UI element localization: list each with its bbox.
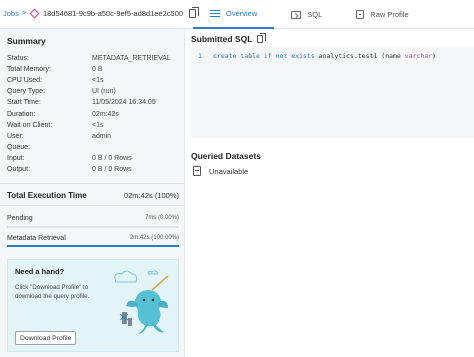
help-title: Need a hand? — [15, 267, 65, 276]
sql-icon — [291, 10, 302, 19]
summary-row-status: Status: METADATA_RETRIEVAL — [7, 53, 179, 64]
summary-row-start-time: Start Time: 11/05/2024 16:34:05 — [7, 97, 179, 108]
sql-text: ) — [432, 52, 437, 60]
raw-profile-icon — [356, 10, 365, 19]
phase-row-metadata-retrieval: Metadata Retrieval 2m:42s (100.00%) — [7, 235, 179, 242]
sql-type: varchar — [404, 52, 433, 60]
summary-key: CPU Used: — [7, 77, 43, 85]
summary-value: METADATA_RETRIEVAL — [92, 55, 171, 63]
help-card: Need a hand? Click "Download Profile" to… — [7, 259, 179, 352]
summary-key: Status: — [7, 55, 29, 63]
summary-row-wait: Wait on Client: <1s — [7, 120, 179, 131]
copy-sql-icon[interactable] — [257, 33, 267, 43]
summary-panel: Summary Status: METADATA_RETRIEVAL Total … — [0, 29, 185, 357]
tab-label: SQL — [307, 10, 323, 19]
summary-key: Duration: — [7, 110, 36, 118]
phase-label: Pending — [7, 215, 33, 222]
dataset-icon — [193, 166, 201, 176]
job-id: 18d54681-9c9b-a50c-9ef5-ad8d1ee2c500 — [42, 9, 184, 18]
phase-bar-fill — [7, 245, 179, 247]
summary-key: User: — [7, 132, 24, 140]
queried-dataset-item: Unavailable — [193, 166, 248, 176]
summary-key: Output: — [7, 165, 30, 173]
divider — [0, 183, 185, 184]
phase-row-pending: Pending 7ms (0.00%) — [7, 215, 179, 222]
sql-keyword: create table if not exists — [213, 52, 315, 60]
phase-bar-pending — [7, 226, 179, 228]
tab-raw-profile[interactable]: Raw Profile — [339, 0, 425, 29]
help-description: Click "Download Profile" to download the… — [15, 284, 90, 300]
job-type-icon — [29, 8, 40, 19]
summary-key: Start Time: — [7, 99, 41, 107]
summary-row-user: User: admin — [7, 131, 179, 142]
summary-row-duration: Duration: 02m:42s — [7, 108, 179, 119]
summary-key: Input: — [7, 154, 25, 162]
summary-row-memory: Total Memory: 0 B — [7, 64, 179, 75]
summary-value: 11/05/2024 16:34:05 — [92, 99, 156, 107]
summary-key: Query Type: — [7, 88, 46, 96]
breadcrumb-jobs-link[interactable]: Jobs — [3, 9, 19, 18]
dataset-label: Unavailable — [209, 166, 249, 176]
summary-list: Status: METADATA_RETRIEVAL Total Memory: 0… — [7, 53, 179, 175]
overview-icon — [210, 10, 220, 17]
breadcrumb: Jobs > 18d54681-9c9b-a50c-9ef5-ad8d1ee2c… — [3, 7, 200, 19]
tab-overview[interactable]: Overview — [193, 0, 275, 29]
download-profile-button[interactable]: Download Profile — [15, 331, 77, 345]
phase-value: 2m:42s (100.00%) — [129, 235, 179, 241]
divider — [0, 205, 185, 206]
summary-value: 02m:42s — [92, 110, 119, 118]
execution-time-header: Total Execution Time 02m:42s (100%) — [7, 191, 179, 200]
summary-value: 0 B / 0 Rows — [92, 165, 132, 173]
summary-row-queue: Queue: — [7, 142, 179, 153]
execution-time-title: Total Execution Time — [7, 191, 87, 200]
summary-value: <1s — [92, 77, 104, 85]
summary-value: 0 B — [92, 66, 103, 74]
tab-label: Overview — [226, 9, 258, 18]
summary-value: 0 B / 0 Rows — [92, 154, 132, 162]
summary-value: admin — [92, 132, 112, 140]
narwhal-mascot-icon — [114, 270, 169, 334]
summary-key: Total Memory: — [7, 66, 51, 74]
submitted-sql-header: Submitted SQL — [191, 33, 267, 44]
queried-datasets-title: Queried Datasets — [191, 151, 261, 161]
top-bar: Jobs > 18d54681-9c9b-a50c-9ef5-ad8d1ee2c… — [0, 0, 474, 29]
line-number: 1 — [198, 52, 202, 60]
execution-time-total: 02m:42s (100%) — [123, 191, 179, 200]
phase-bar-metadata-retrieval — [7, 245, 179, 247]
summary-row-input: Input: 0 B / 0 Rows — [7, 153, 179, 164]
summary-title: Summary — [7, 36, 46, 46]
tab-bar: Overview SQL Raw Profile — [193, 0, 426, 29]
phase-value: 7ms (0.00%) — [144, 215, 179, 221]
summary-row-query-type: Query Type: UI (run) — [7, 86, 179, 97]
summary-row-output: Output: 0 B / 0 Rows — [7, 164, 179, 175]
summary-value: <1s — [92, 121, 104, 129]
sql-text: analytics.test1 (name — [314, 52, 405, 60]
summary-key: Wait on Client: — [7, 121, 53, 129]
tab-sql[interactable]: SQL — [274, 0, 339, 29]
sql-line: create table if not exists analytics.tes… — [213, 52, 436, 60]
phase-label: Metadata Retrieval — [7, 235, 66, 242]
sql-code-block[interactable]: 1 create table if not exists analytics.t… — [191, 47, 474, 138]
summary-row-cpu: CPU Used: <1s — [7, 75, 179, 86]
breadcrumb-separator: > — [21, 10, 26, 17]
tab-label: Raw Profile — [370, 10, 409, 19]
summary-key: Queue: — [7, 143, 30, 151]
submitted-sql-title: Submitted SQL — [191, 34, 253, 44]
summary-value: UI (run) — [92, 88, 116, 96]
